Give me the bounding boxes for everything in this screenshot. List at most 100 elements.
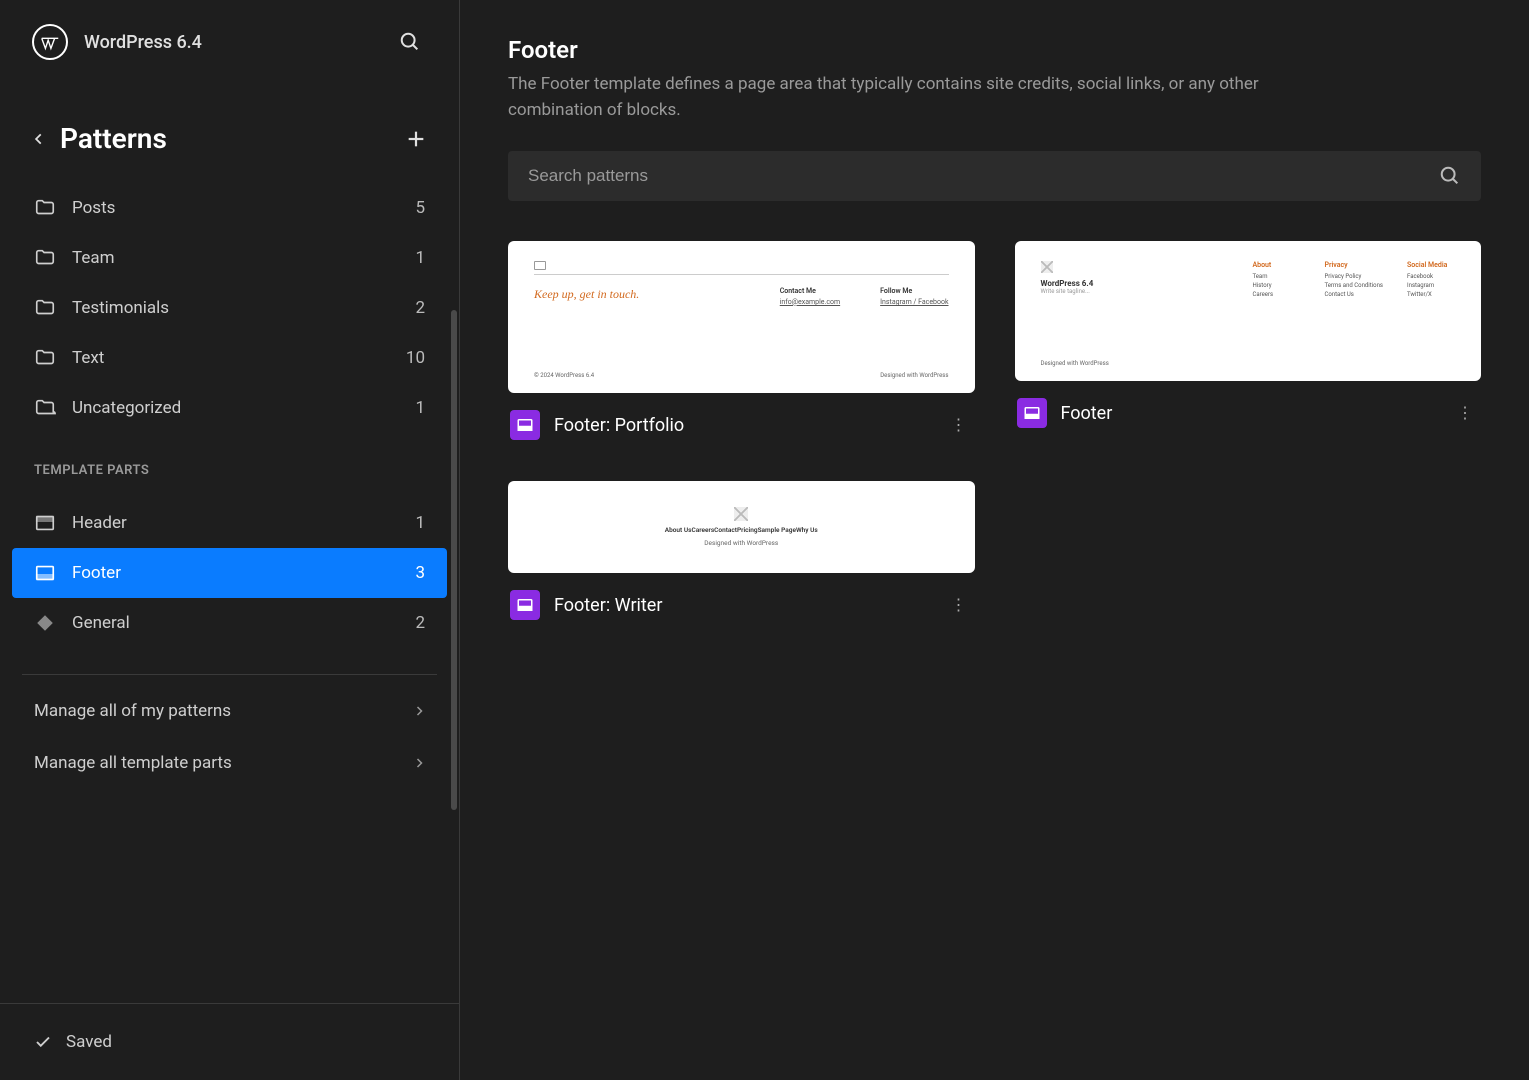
sidebar-item-count: 1 xyxy=(415,398,425,418)
pattern-card-footer-portfolio[interactable]: Keep up, get in touch. Contact Me info@e… xyxy=(508,241,975,441)
sidebar-item-count: 1 xyxy=(415,513,425,533)
card-title: Footer xyxy=(1061,403,1438,424)
pattern-preview: WordPress 6.4 Write site tagline... Abou… xyxy=(1015,241,1482,381)
preview-text: Write site tagline... xyxy=(1041,288,1229,295)
sidebar-item-testimonials[interactable]: Testimonials 2 xyxy=(12,283,447,333)
preview-text: © 2024 WordPress 6.4 xyxy=(534,372,594,379)
preview-text: Social Media xyxy=(1407,261,1455,269)
preview-text: info@example.com xyxy=(780,298,840,306)
page-description: The Footer template defines a page area … xyxy=(508,72,1288,123)
card-footer: Footer: Writer ⋮ xyxy=(508,573,975,621)
search-icon xyxy=(1439,165,1461,187)
sidebar-item-count: 3 xyxy=(415,563,425,583)
template-parts-heading: TEMPLATE PARTS xyxy=(0,433,459,490)
wordpress-logo-icon[interactable] xyxy=(32,24,68,60)
card-title: Footer: Writer xyxy=(554,595,931,616)
preview-text: Designed with WordPress xyxy=(704,539,778,547)
preview-text: Privacy xyxy=(1324,261,1383,269)
preview-text: Contact Me xyxy=(780,287,840,295)
chevron-right-icon xyxy=(413,705,425,717)
pattern-preview: Keep up, get in touch. Contact Me info@e… xyxy=(508,241,975,393)
preview-text: Instagram xyxy=(1407,282,1455,289)
sidebar-item-label: Posts xyxy=(72,198,115,218)
sidebar-item-text[interactable]: Text 10 xyxy=(12,333,447,383)
manage-item-label: Manage all template parts xyxy=(34,753,232,773)
preview-text: Follow Me xyxy=(880,287,948,295)
template-part-icon xyxy=(510,590,540,620)
pattern-card-footer[interactable]: WordPress 6.4 Write site tagline... Abou… xyxy=(1015,241,1482,441)
folder-icon xyxy=(34,247,56,269)
search-icon[interactable] xyxy=(393,25,427,59)
section-header: Patterns xyxy=(0,84,459,175)
sidebar-top: WordPress 6.4 xyxy=(0,0,459,84)
pattern-card-footer-writer[interactable]: About UsCareersContactPricingSample Page… xyxy=(508,481,975,621)
sidebar-item-label: Footer xyxy=(72,563,121,583)
more-actions-button[interactable]: ⋮ xyxy=(945,589,973,621)
add-pattern-button[interactable] xyxy=(405,128,427,150)
header-layout-icon xyxy=(34,512,56,534)
preview-text: History xyxy=(1252,282,1300,289)
preview-text: Privacy Policy xyxy=(1324,273,1383,280)
sidebar-item-uncategorized[interactable]: Uncategorized 1 xyxy=(12,383,447,433)
sidebar: WordPress 6.4 Patterns Posts 5 Team 1 Te… xyxy=(0,0,460,1080)
template-part-icon xyxy=(1017,398,1047,428)
sidebar-item-label: Uncategorized xyxy=(72,398,181,418)
preview-text: Terms and Conditions xyxy=(1324,282,1383,289)
check-icon xyxy=(34,1033,52,1051)
preview-text: Designed with WordPress xyxy=(1041,360,1109,367)
preview-text: Contact Us xyxy=(1324,291,1383,298)
preview-text: Instagram / Facebook xyxy=(880,298,948,306)
card-title: Footer: Portfolio xyxy=(554,415,931,436)
sidebar-item-footer[interactable]: Footer 3 xyxy=(12,548,447,598)
preview-text: Careers xyxy=(1252,291,1300,298)
manage-item-label: Manage all of my patterns xyxy=(34,701,231,721)
card-footer: Footer: Portfolio ⋮ xyxy=(508,393,975,441)
sidebar-item-team[interactable]: Team 1 xyxy=(12,233,447,283)
sidebar-item-label: Header xyxy=(72,513,127,533)
sidebar-item-general[interactable]: General 2 xyxy=(12,598,447,648)
folder-icon xyxy=(34,397,56,419)
sidebar-item-label: General xyxy=(72,613,130,633)
back-button[interactable] xyxy=(32,132,46,146)
sidebar-item-count: 2 xyxy=(415,298,425,318)
scrollbar[interactable] xyxy=(451,310,457,810)
preview-text: Twitter/X xyxy=(1407,291,1455,298)
sidebar-item-count: 1 xyxy=(415,248,425,268)
sidebar-item-label: Testimonials xyxy=(72,298,169,318)
sidebar-item-label: Text xyxy=(72,348,104,368)
saved-label: Saved xyxy=(66,1032,112,1052)
preview-text: Designed with WordPress xyxy=(880,372,948,379)
more-actions-button[interactable]: ⋮ xyxy=(945,409,973,441)
template-part-icon xyxy=(510,410,540,440)
section-title: Patterns xyxy=(60,122,391,155)
sidebar-item-count: 5 xyxy=(415,198,425,218)
sidebar-item-posts[interactable]: Posts 5 xyxy=(12,183,447,233)
more-actions-button[interactable]: ⋮ xyxy=(1451,397,1479,429)
preview-text: About UsCareersContactPricingSample Page… xyxy=(665,526,818,534)
preview-text: Facebook xyxy=(1407,273,1455,280)
diamond-icon xyxy=(34,612,56,634)
card-footer: Footer ⋮ xyxy=(1015,381,1482,429)
sidebar-item-count: 2 xyxy=(415,613,425,633)
manage-patterns-link[interactable]: Manage all of my patterns xyxy=(0,685,459,737)
preview-text: Keep up, get in touch. xyxy=(534,287,639,306)
search-input[interactable] xyxy=(528,166,1439,186)
sidebar-item-header[interactable]: Header 1 xyxy=(12,498,447,548)
footer-layout-icon xyxy=(34,562,56,584)
pattern-grid: Keep up, get in touch. Contact Me info@e… xyxy=(508,241,1481,621)
folder-icon xyxy=(34,347,56,369)
pattern-preview: About UsCareersContactPricingSample Page… xyxy=(508,481,975,573)
search-box[interactable] xyxy=(508,151,1481,201)
sidebar-item-count: 10 xyxy=(406,348,425,368)
sidebar-footer: Saved xyxy=(0,1003,459,1080)
chevron-right-icon xyxy=(413,757,425,769)
sidebar-item-label: Team xyxy=(72,248,115,268)
manage-template-parts-link[interactable]: Manage all template parts xyxy=(0,737,459,789)
template-parts-list: Header 1 Footer 3 General 2 xyxy=(0,490,459,648)
site-title[interactable]: WordPress 6.4 xyxy=(84,32,377,53)
folder-icon xyxy=(34,297,56,319)
category-list: Posts 5 Team 1 Testimonials 2 Text 10 Un… xyxy=(0,175,459,433)
divider xyxy=(22,674,437,675)
preview-text: About xyxy=(1252,261,1300,269)
page-title: Footer xyxy=(508,36,1481,64)
